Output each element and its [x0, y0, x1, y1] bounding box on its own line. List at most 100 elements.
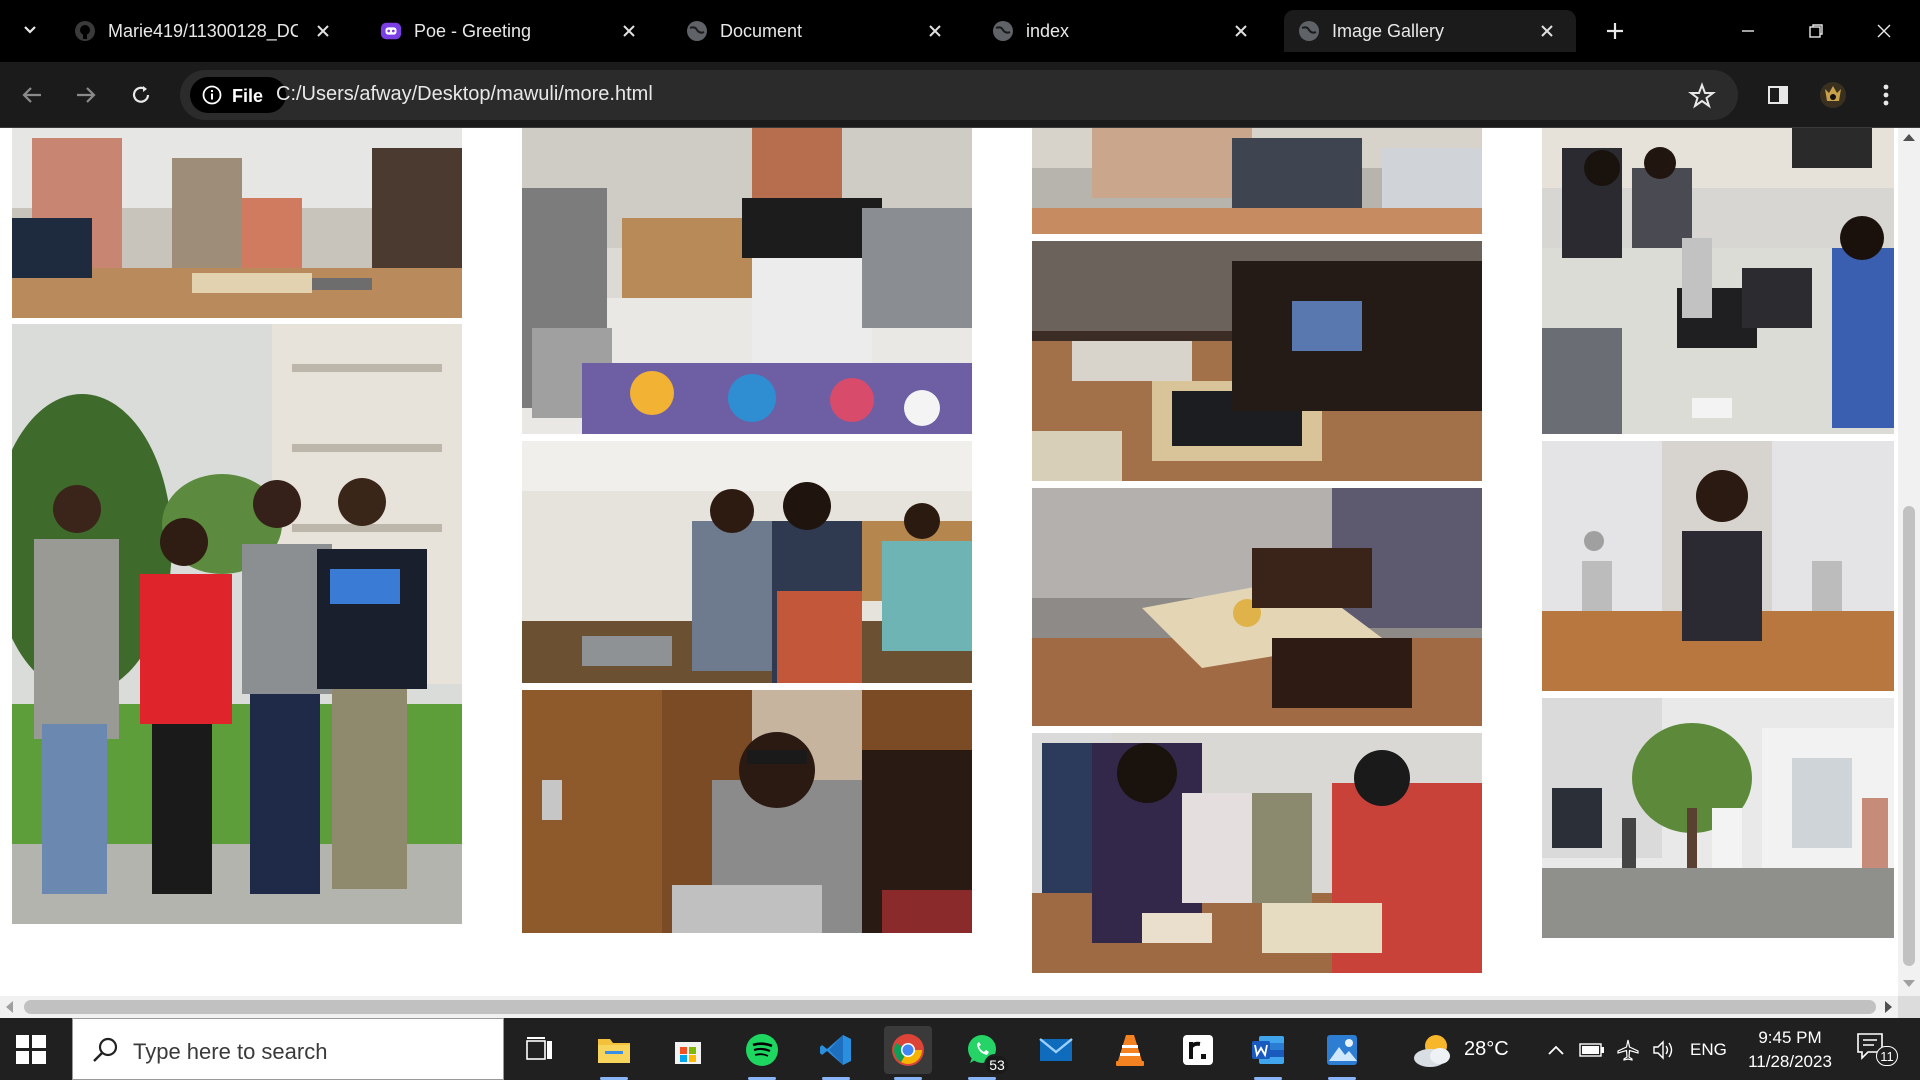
tab-poe[interactable]: Poe - Greeting [366, 10, 658, 52]
horizontal-scrollbar[interactable] [0, 996, 1898, 1018]
gallery-photo[interactable] [1032, 128, 1482, 234]
microsoft-store-icon[interactable] [664, 1026, 712, 1074]
word-icon[interactable] [1244, 1026, 1292, 1080]
globe-icon [992, 20, 1014, 42]
whatsapp-icon[interactable]: 53 [958, 1026, 1010, 1080]
reload-button[interactable] [125, 79, 157, 111]
arrow-right-icon [77, 87, 96, 103]
chrome-icon[interactable] [884, 1026, 932, 1080]
url-text[interactable]: C:/Users/afway/Desktop/mawuli/more.html [276, 83, 653, 106]
windows-taskbar: Type here to search 53 28°C ENG 9:45 PM … [0, 1018, 1920, 1080]
weather-temperature: 28°C [1464, 1038, 1509, 1060]
minimize-icon [1742, 30, 1754, 32]
windows-start-icon[interactable] [14, 1032, 48, 1066]
vertical-scrollbar[interactable] [1898, 128, 1920, 996]
vertical-scroll-thumb[interactable] [1903, 506, 1915, 966]
reload-icon [132, 86, 150, 103]
search-icon [93, 1037, 118, 1062]
plus-icon [1607, 23, 1623, 39]
poe-icon [380, 20, 402, 42]
tab-title: Document [720, 21, 803, 41]
restore-icon [1809, 24, 1823, 38]
scrollbar-corner [1898, 996, 1920, 1018]
forward-button[interactable] [70, 79, 102, 111]
arrow-left-icon [22, 87, 41, 103]
gallery-photo[interactable] [522, 690, 972, 933]
side-panel-button[interactable] [1762, 79, 1794, 111]
avatar-icon [1820, 82, 1846, 108]
taskbar-search-box[interactable]: Type here to search [72, 1018, 504, 1080]
file-explorer-icon[interactable] [590, 1026, 638, 1080]
show-hidden-icons-button[interactable] [1542, 1036, 1570, 1064]
airplane-mode-icon[interactable] [1614, 1036, 1642, 1064]
clock-date: 11/28/2023 [1748, 1052, 1832, 1071]
globe-icon [1298, 20, 1320, 42]
system-clock[interactable]: 9:45 PM 11/28/2023 [1738, 1026, 1842, 1074]
gallery-photo[interactable] [1542, 441, 1894, 691]
minimize-button[interactable] [1733, 16, 1763, 46]
scroll-left-icon[interactable] [6, 1001, 13, 1013]
menu-button[interactable] [1870, 79, 1902, 111]
restore-button[interactable] [1801, 16, 1831, 46]
photos-icon[interactable] [1318, 1026, 1366, 1080]
mail-icon[interactable] [1032, 1026, 1080, 1074]
gallery-photo[interactable] [522, 441, 972, 683]
gallery-photo[interactable] [1032, 733, 1482, 973]
tab-search-button[interactable] [14, 14, 46, 46]
gallery-photo[interactable] [12, 128, 462, 318]
close-icon[interactable] [1230, 20, 1252, 42]
tab-title: index [1026, 21, 1070, 41]
gallery-photo[interactable] [1542, 128, 1894, 434]
task-view-icon[interactable] [516, 1026, 564, 1074]
spotify-icon[interactable] [738, 1026, 786, 1080]
horizontal-scroll-thumb[interactable] [24, 1000, 1876, 1014]
github-icon [74, 20, 96, 42]
tab-title: Marie419/11300128_DCIT [108, 21, 298, 41]
scroll-up-icon[interactable] [1903, 134, 1915, 141]
tab-index[interactable]: index [978, 10, 1270, 52]
browser-toolbar: File C:/Users/afway/Desktop/mawuli/more.… [0, 62, 1920, 128]
input-language[interactable]: ENG [1690, 1040, 1727, 1060]
gallery-photo[interactable] [12, 324, 462, 924]
roblox-icon[interactable] [1174, 1026, 1222, 1074]
notification-center-button[interactable]: 11 [1856, 1032, 1898, 1066]
close-icon[interactable] [312, 20, 334, 42]
close-icon[interactable] [618, 20, 640, 42]
more-vert-icon [1883, 84, 1889, 106]
tab-title: Poe - Greeting [414, 21, 532, 41]
close-icon[interactable] [1536, 20, 1558, 42]
info-icon [202, 85, 222, 105]
vlc-icon[interactable] [1106, 1026, 1154, 1074]
gallery-photo[interactable] [522, 128, 972, 434]
volume-icon[interactable] [1650, 1036, 1678, 1064]
tab-image-gallery[interactable]: Image Gallery [1284, 10, 1576, 52]
address-bar[interactable]: File C:/Users/afway/Desktop/mawuli/more.… [180, 70, 1738, 120]
battery-icon[interactable] [1578, 1036, 1606, 1064]
tab-github[interactable]: Marie419/11300128_DCIT [60, 10, 352, 52]
chevron-up-icon [1548, 1045, 1564, 1055]
weather-widget[interactable]: 28°C [1412, 1030, 1532, 1070]
globe-icon [686, 20, 708, 42]
chevron-down-icon [24, 26, 36, 34]
vscode-icon[interactable] [812, 1026, 860, 1080]
gallery-photo[interactable] [1542, 698, 1894, 938]
clock-time: 9:45 PM [1758, 1028, 1822, 1047]
back-button[interactable] [16, 79, 48, 111]
close-icon[interactable] [924, 20, 946, 42]
close-icon [1877, 24, 1891, 38]
gallery-photo[interactable] [1032, 488, 1482, 726]
scroll-down-icon[interactable] [1903, 980, 1915, 987]
search-placeholder: Type here to search [133, 1039, 328, 1064]
new-tab-button[interactable] [1600, 16, 1630, 46]
scroll-right-icon[interactable] [1885, 1001, 1892, 1013]
close-window-button[interactable] [1869, 16, 1899, 46]
tab-strip: Marie419/11300128_DCIT Poe - Greeting Do… [0, 0, 1920, 62]
tab-document[interactable]: Document [672, 10, 964, 52]
gallery-photo[interactable] [1032, 241, 1482, 481]
side-panel-icon [1768, 86, 1788, 104]
weather-cloud-icon [1414, 1035, 1450, 1067]
site-info-chip[interactable]: File [190, 77, 286, 113]
whatsapp-badge: 53 [984, 1054, 1010, 1076]
bookmark-star-icon[interactable] [1688, 82, 1716, 110]
profile-button[interactable] [1817, 79, 1849, 111]
